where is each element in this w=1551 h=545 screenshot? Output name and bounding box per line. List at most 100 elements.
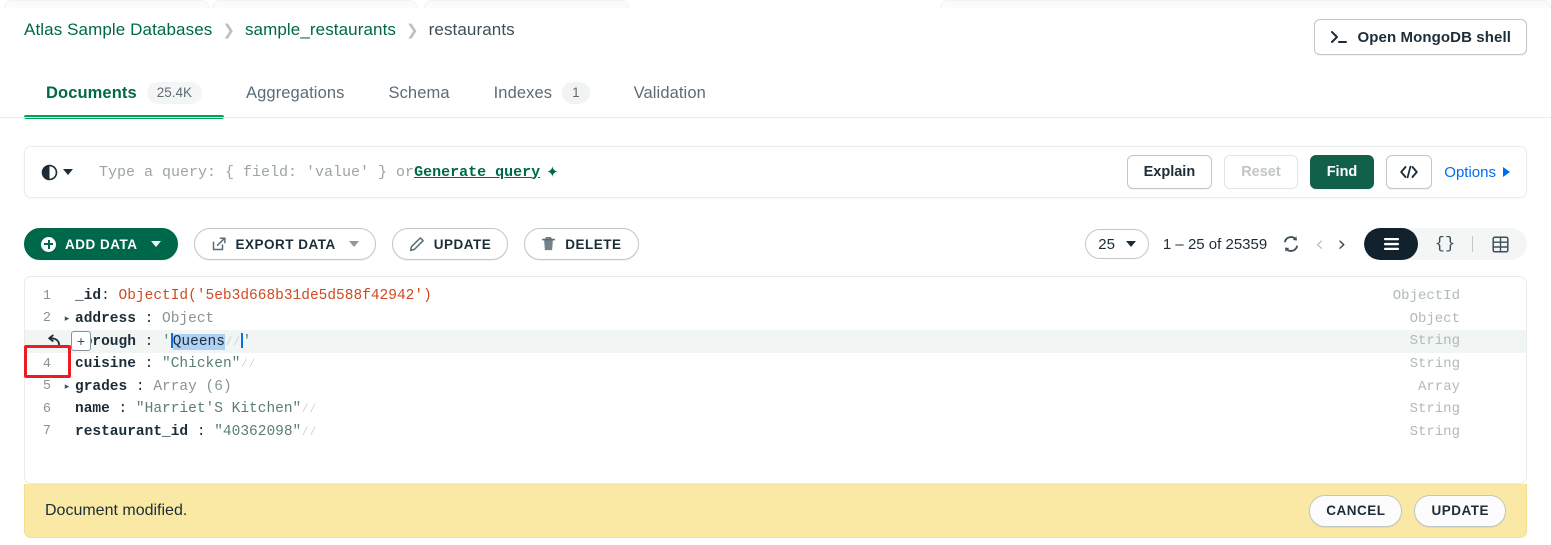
field-key: restaurant_id xyxy=(75,423,189,440)
query-history-dropdown[interactable] xyxy=(41,164,73,181)
document-modified-message: Document modified. xyxy=(45,501,188,519)
field-key: _id xyxy=(75,288,102,305)
field-value[interactable]: Object xyxy=(162,311,214,327)
generate-query-link[interactable]: Generate query xyxy=(414,164,540,181)
tab-documents-label: Documents xyxy=(46,83,137,102)
field-value-editing[interactable]: Queens xyxy=(172,333,225,350)
previous-page-button[interactable]: ‹ xyxy=(1315,233,1323,255)
open-mongodb-shell-button[interactable]: Open MongoDB shell xyxy=(1313,19,1527,55)
line-number: 4 xyxy=(42,356,51,372)
mongodb-atlas-collection-page: Atlas Sample Databases ❯ sample_restaura… xyxy=(0,0,1551,545)
table-view-icon xyxy=(1491,235,1509,253)
ghost-tab-1 xyxy=(4,0,209,8)
reset-button[interactable]: Reset xyxy=(1224,155,1298,189)
field-separator: : xyxy=(127,378,145,395)
field-separator: : xyxy=(101,288,110,305)
plus-circle-icon xyxy=(41,236,56,252)
browser-tab-strip-edge xyxy=(0,0,1551,8)
line-number: 1 xyxy=(42,288,51,304)
ghost-tab-3 xyxy=(424,0,629,8)
document-field-row[interactable]: 4 cuisine : "Chicken"∕∕ String xyxy=(25,353,1526,376)
chevron-down-icon xyxy=(150,241,161,247)
resize-handle-icon[interactable]: ∕∕ xyxy=(301,424,317,439)
tab-validation-label: Validation xyxy=(633,83,706,102)
query-input-placeholder[interactable]: Type a query: { field: 'value' } or xyxy=(99,164,414,181)
find-button[interactable]: Find xyxy=(1309,155,1375,189)
view-list-button[interactable] xyxy=(1364,228,1418,260)
tab-indexes[interactable]: Indexes 1 xyxy=(472,70,612,116)
resize-handle-icon[interactable]: ∕∕ xyxy=(240,356,256,371)
tab-indexes-badge: 1 xyxy=(562,82,590,104)
row-edit-controls: + xyxy=(43,331,91,352)
cancel-button[interactable]: CANCEL xyxy=(1309,494,1403,527)
expand-toggle-icon[interactable]: ▸ xyxy=(59,381,75,392)
query-actions: Explain Reset Find Options xyxy=(1126,155,1510,189)
update-documents-button[interactable]: UPDATE xyxy=(391,228,509,260)
field-separator: : xyxy=(135,333,154,350)
add-field-button[interactable]: + xyxy=(71,331,91,352)
breadcrumb-root[interactable]: Atlas Sample Databases xyxy=(24,20,212,40)
field-separator: : xyxy=(135,356,154,373)
document-modified-banner: Document modified. CANCEL UPDATE xyxy=(24,484,1527,538)
add-data-button[interactable]: ADD DATA xyxy=(24,228,178,260)
add-data-label: ADD DATA xyxy=(65,236,138,252)
tab-schema[interactable]: Schema xyxy=(366,70,471,116)
field-value[interactable]: "40362098" xyxy=(214,424,301,440)
page-size-select[interactable]: 25 xyxy=(1085,229,1149,259)
tab-indexes-label: Indexes xyxy=(493,83,553,102)
document-list: 1 _id: ObjectId('5eb3d668b31de5d588f4294… xyxy=(24,276,1527,484)
code-brackets-icon xyxy=(1400,165,1419,179)
next-page-button[interactable]: › xyxy=(1338,233,1346,255)
tab-aggregations[interactable]: Aggregations xyxy=(224,70,366,116)
revert-arrow-icon[interactable] xyxy=(43,331,65,351)
resize-handle-icon[interactable]: ∕∕ xyxy=(301,401,317,416)
field-type: Object xyxy=(1409,310,1460,327)
document-field-row[interactable]: 6 name : "Harriet'S Kitchen"∕∕ String xyxy=(25,398,1526,421)
export-data-button[interactable]: EXPORT DATA xyxy=(193,228,376,260)
field-type: Array xyxy=(1417,378,1460,395)
view-table-button[interactable] xyxy=(1473,228,1527,260)
ghost-panel-edge xyxy=(940,0,1551,8)
list-view-icon xyxy=(1383,238,1399,250)
chevron-down-icon xyxy=(348,241,359,247)
expand-toggle-icon[interactable]: ▸ xyxy=(59,313,75,324)
field-type: ObjectId xyxy=(1392,288,1460,305)
refresh-icon[interactable] xyxy=(1281,234,1301,254)
delete-documents-button[interactable]: DELETE xyxy=(524,228,639,260)
field-key: name xyxy=(75,401,110,418)
tabbar-divider xyxy=(0,117,1551,118)
explain-button[interactable]: Explain xyxy=(1126,155,1213,189)
breadcrumb-collection: restaurants xyxy=(428,20,515,39)
resize-handle-icon[interactable]: ∕∕ xyxy=(225,334,241,349)
document-field-row[interactable]: 2 ▸ address : Object Object xyxy=(25,308,1526,331)
ghost-tab-2 xyxy=(212,0,417,8)
field-key: grades xyxy=(75,378,128,395)
json-braces-icon: {} xyxy=(1434,234,1456,254)
field-value[interactable]: "Harriet'S Kitchen" xyxy=(136,401,301,417)
view-mode-toggle: {} xyxy=(1364,228,1527,260)
field-value[interactable]: ObjectId('5eb3d668b31de5d588f42942') xyxy=(119,288,432,304)
field-key: cuisine xyxy=(75,356,136,373)
chevron-down-icon xyxy=(1125,241,1136,247)
export-to-language-button[interactable] xyxy=(1386,155,1433,189)
field-separator: : xyxy=(135,310,154,327)
document-field-row-selected[interactable]: + 3 borough : 'Queens∕∕' String xyxy=(25,330,1526,353)
line-number: 2 xyxy=(42,311,51,327)
tab-documents[interactable]: Documents 25.4K xyxy=(24,70,225,119)
update-button[interactable]: UPDATE xyxy=(1414,494,1506,527)
tab-validation[interactable]: Validation xyxy=(612,70,728,116)
export-icon xyxy=(212,237,226,251)
breadcrumb-database[interactable]: sample_restaurants xyxy=(245,20,396,40)
document-field-row[interactable]: 5 ▸ grades : Array (6) Array xyxy=(25,375,1526,398)
page-size-value: 25 xyxy=(1098,235,1115,253)
view-json-button[interactable]: {} xyxy=(1418,228,1472,260)
options-label: Options xyxy=(1444,163,1496,181)
options-toggle[interactable]: Options xyxy=(1444,164,1510,181)
document-field-row[interactable]: 1 _id: ObjectId('5eb3d668b31de5d588f4294… xyxy=(25,285,1526,308)
tab-schema-label: Schema xyxy=(388,83,450,102)
field-separator: : xyxy=(109,401,128,418)
field-value[interactable]: "Chicken" xyxy=(162,356,240,372)
document-field-row[interactable]: 7 restaurant_id : "40362098"∕∕ String xyxy=(25,421,1526,444)
field-value[interactable]: Array (6) xyxy=(153,379,231,395)
pagination-controls: 25 1 – 25 of 25359 ‹ › {} xyxy=(1085,228,1527,260)
